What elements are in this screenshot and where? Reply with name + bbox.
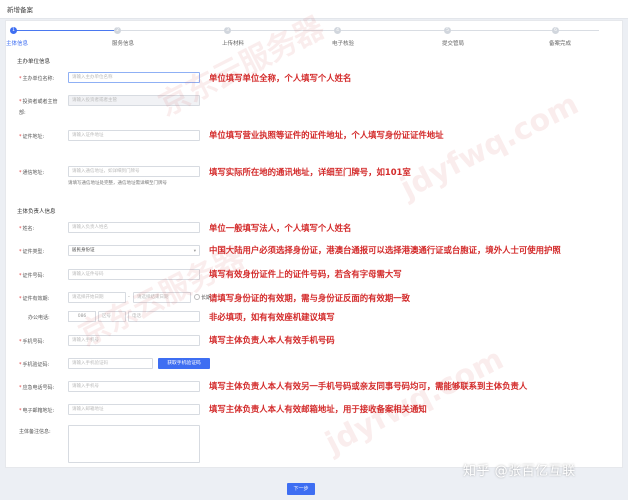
unit-comm-addr-input[interactable]: 请输入通信地址，如详细到门牌号: [68, 166, 200, 177]
code-label: *手机验证码:: [19, 362, 50, 368]
owner-name-label: *姓名:: [19, 226, 35, 232]
step-label-subject: 主体信息: [6, 41, 29, 47]
step-label-submit: 提交管局: [442, 41, 465, 47]
step-2-number: 2: [116, 28, 119, 33]
step-1-number: 1: [12, 28, 15, 33]
emergency-label: *应急电话号码:: [19, 385, 55, 391]
step-6-dot: 6: [552, 27, 559, 34]
step-2-dot: 2: [114, 27, 121, 34]
unit-comm-addr-hint: 请填写通信地址处完整，通信地址需详细至门牌号: [68, 181, 167, 186]
unit-name-label: *主办单位名称:: [19, 76, 55, 82]
owner-cert-no-label: *证件号码:: [19, 273, 45, 279]
step-4-number: 4: [336, 28, 339, 33]
unit-cert-label: *投资者或者主管: [19, 99, 58, 105]
unit-comm-addr-note: 填写实际所在地的通讯地址，详细至门牌号，如101室: [209, 167, 411, 177]
unit-cert-label-2: 部:: [19, 110, 26, 116]
step-label-service: 服务信息: [112, 41, 135, 47]
remark-textarea[interactable]: [68, 425, 200, 463]
owner-cert-type-label: *证件类型:: [19, 249, 45, 255]
email-input[interactable]: 请输入邮箱地址: [68, 404, 200, 415]
owner-cert-type-select[interactable]: 居民身份证 ▾: [68, 245, 200, 256]
window-title: 新增备案: [7, 6, 33, 14]
unit-cert-addr-label: *证件地址:: [19, 134, 45, 140]
owner-name-input[interactable]: 请输入负责人姓名: [68, 222, 200, 233]
step-label-verify: 电子核验: [332, 41, 355, 47]
owner-name-note: 单位一般填写法人，个人填写个人姓名: [209, 223, 352, 233]
unit-cert-addr-input[interactable]: 请输入证件地址: [68, 130, 200, 141]
step-5-number: 5: [446, 28, 449, 33]
remark-label: 主体备注信息:: [19, 429, 51, 435]
office-phone-note: 非必填项，如有有效座机建议填写: [209, 312, 335, 322]
step-3-dot: 3: [224, 27, 231, 34]
stepper-progress: [13, 30, 117, 31]
owner-validity-label: *证件有效期:: [19, 296, 50, 302]
emergency-input[interactable]: 请输入手机号: [68, 381, 200, 392]
step-5-dot: 5: [444, 27, 451, 34]
section-title-owner: 主体负责人信息: [17, 209, 56, 215]
email-label: *电子邮箱地址:: [19, 408, 55, 414]
office-phone-label: 办公电话:: [28, 315, 50, 321]
unit-comm-addr-label: *通信地址:: [19, 170, 45, 176]
owner-cert-type-note: 中国大陆用户必须选择身份证，港澳台通报可以选择港澳通行证或台胞证，境外人士可使用…: [209, 245, 561, 255]
next-step-button[interactable]: 下一步: [287, 483, 315, 495]
mobile-note: 填写主体负责人本人有效手机号码: [209, 335, 335, 345]
step-1-dot: 1: [10, 27, 17, 34]
step-label-done: 备案完成: [549, 41, 572, 47]
mobile-label: *手机号码:: [19, 339, 45, 345]
get-code-button[interactable]: 获取手机验证码: [158, 358, 210, 369]
step-6-number: 6: [554, 28, 557, 33]
code-input[interactable]: 请输入手机验证码: [68, 358, 153, 369]
owner-validity-note: 请填写身份证的有效期，需与身份证反面的有效期一致: [209, 293, 410, 303]
section-title-unit: 主办单位信息: [17, 59, 51, 65]
step-4-dot: 4: [334, 27, 341, 34]
unit-cert-addr-note: 单位填写营业执照等证件的证件地址，个人填写身份证证件地址: [209, 130, 444, 140]
step-3-number: 3: [226, 28, 229, 33]
zhihu-watermark: 知乎 @张百亿互联: [463, 464, 576, 479]
